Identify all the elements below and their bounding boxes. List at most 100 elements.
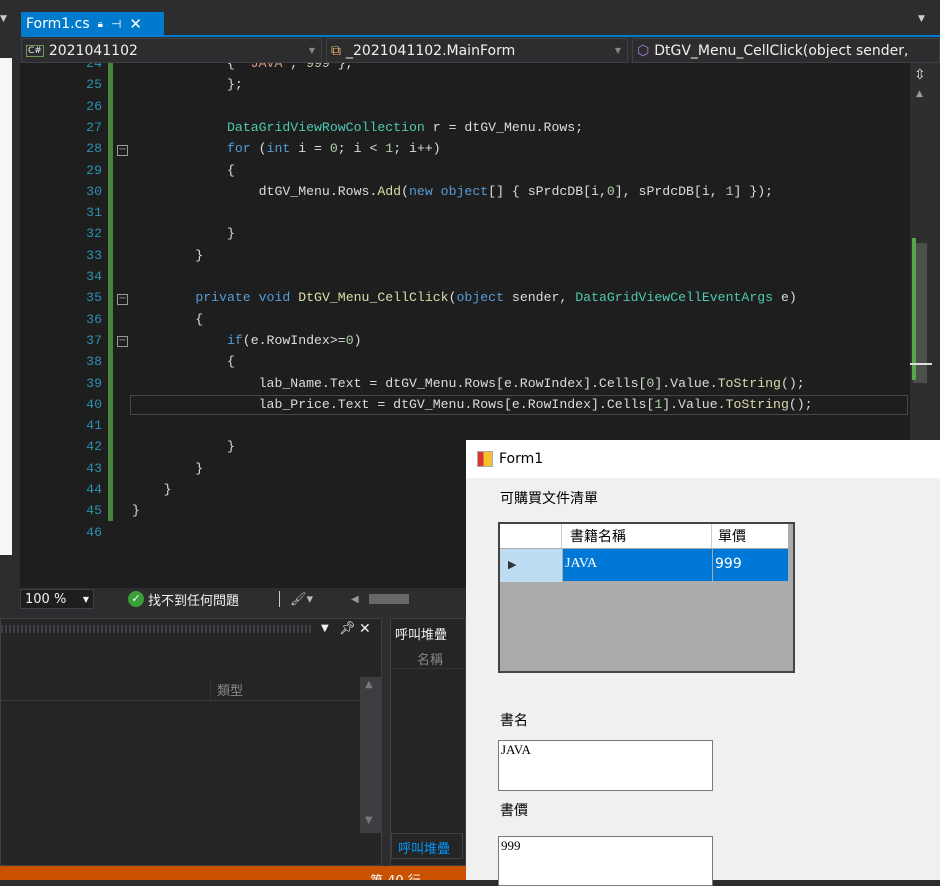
project-dropdown[interactable]: C# 2021041102 ▼ <box>21 38 322 63</box>
code-line[interactable]: { <box>132 163 235 178</box>
code-token: ], sPrdcDB[i, <box>614 183 726 199</box>
code-line[interactable]: lab_Price.Text = dtGV_Menu.Rows[e.RowInd… <box>132 397 813 412</box>
form-title-bar[interactable]: Form1 <box>466 440 940 478</box>
line-number: 46 <box>86 524 102 540</box>
solution-explorer-edge <box>0 58 12 555</box>
tab-title: Form1.cs <box>26 16 90 32</box>
chevron-down-icon: ▼ <box>308 46 315 55</box>
zoom-level: 100 % <box>25 591 67 607</box>
code-token: } <box>132 482 172 497</box>
column-header-type[interactable]: 類型 <box>217 680 243 699</box>
fold-icon[interactable]: − <box>117 145 128 156</box>
line-number: 40 <box>86 396 102 412</box>
column-header-price[interactable]: 單價 <box>712 524 788 548</box>
drag-grip[interactable] <box>1 625 311 633</box>
column-header-name[interactable]: 名稱 <box>417 649 443 668</box>
code-token: 0 <box>345 332 354 348</box>
code-line[interactable]: } <box>132 226 235 241</box>
method-icon: ⬡ <box>637 42 650 59</box>
member-dropdown[interactable]: ⬡ DtGV_Menu_CellClick(object sender, <box>632 38 940 63</box>
editor-status-bar: 100 % ▼ ✓ 找不到任何問題 🖌︎▾ ◀ <box>20 588 466 610</box>
tab-label: 呼叫堆疊 <box>398 842 451 857</box>
code-line[interactable]: } <box>132 482 172 497</box>
panel-scrollbar[interactable]: ▲ ▼ <box>360 677 382 833</box>
call-stack-window: 呼叫堆疊 名稱 呼叫堆疊 <box>390 618 467 866</box>
code-line[interactable]: if(e.RowIndex>=0) <box>132 333 362 348</box>
code-token: ) <box>353 332 362 348</box>
code-line[interactable]: } <box>132 461 203 476</box>
grid-cell[interactable]: 999 <box>713 549 788 581</box>
code-line[interactable]: { <box>132 354 235 369</box>
code-token: [] { sPrdcDB[i, <box>488 183 607 199</box>
class-dropdown[interactable]: ⧉ _2021041102.MainForm ▼ <box>326 38 628 63</box>
name-label: 書名 <box>500 713 528 729</box>
horizontal-scroll-thumb[interactable] <box>368 594 409 604</box>
code-token: } <box>132 247 204 263</box>
code-token: 1 <box>385 141 394 157</box>
line-number: 32 <box>86 226 102 242</box>
code-line[interactable]: } <box>132 248 203 263</box>
code-token: ( <box>401 183 409 199</box>
row-header[interactable]: ▶ <box>500 549 562 582</box>
close-icon[interactable]: ✕ <box>129 15 142 33</box>
tab-call-stack[interactable]: 呼叫堆疊 <box>391 833 463 859</box>
code-line[interactable]: private void DtGV_Menu_CellClick(object … <box>132 290 797 305</box>
tab-overflow-icon[interactable]: ▼ <box>918 14 925 24</box>
book-name-display: JAVA <box>498 740 713 791</box>
code-line[interactable]: } <box>132 439 235 454</box>
top-left-header-cell[interactable] <box>500 524 562 548</box>
grid-cell[interactable]: JAVA <box>563 549 712 581</box>
scroll-up-icon[interactable]: ▲ <box>365 679 373 690</box>
line-number: 25 <box>86 77 102 93</box>
code-line[interactable]: } <box>132 503 140 518</box>
form-app-icon <box>477 451 493 467</box>
code-token: ; i++) <box>393 141 441 157</box>
scroll-up-icon[interactable]: ▲ <box>916 89 923 99</box>
issues-status[interactable]: 找不到任何問題 <box>148 590 239 609</box>
code-token: lab_Name.Text = dtGV_Menu.Rows[e.RowInde… <box>132 375 647 391</box>
line-number: 36 <box>86 311 102 327</box>
split-icon[interactable]: ⇳ <box>914 67 926 83</box>
zoom-dropdown[interactable]: 100 % ▼ <box>20 589 94 609</box>
menu-datagridview[interactable]: 書籍名稱 單價 ▶ JAVA 999 <box>498 522 795 673</box>
code-token: for <box>226 141 251 157</box>
line-number: 24 <box>86 63 102 71</box>
column-header-row: 名稱 <box>391 645 467 669</box>
tab-form1-cs[interactable]: Form1.cs 🔒︎ ⊣ ✕ <box>21 12 164 36</box>
bottom-tool-window: ▼ 📌︎ ✕ 類型 ▲ ▼ <box>0 618 382 866</box>
code-line[interactable]: }; <box>132 77 243 92</box>
code-line[interactable]: dtGV_Menu.Rows.Add(new object[] { sPrdcD… <box>132 184 773 199</box>
close-icon[interactable]: ✕ <box>359 621 371 637</box>
code-token: (); <box>780 375 805 391</box>
code-line[interactable]: { "JAVA", 999 }, <box>132 63 354 71</box>
code-token: }; <box>132 77 243 93</box>
line-number: 28 <box>86 141 102 157</box>
code-line[interactable]: DataGridViewRowCollection r = dtGV_Menu.… <box>132 120 583 135</box>
code-token: 1 <box>725 183 734 199</box>
code-token: 0 <box>329 141 338 157</box>
code-token: ; i < <box>337 141 386 157</box>
fold-icon[interactable]: − <box>117 336 128 347</box>
class-name: _2021041102.MainForm <box>346 42 516 59</box>
code-line[interactable]: lab_Name.Text = dtGV_Menu.Rows[e.RowInde… <box>132 376 805 391</box>
code-token: ].Value. <box>662 396 726 412</box>
column-header-row: 類型 <box>1 677 361 701</box>
code-line[interactable]: { <box>132 312 203 327</box>
pin-icon[interactable]: ⊣ <box>111 17 121 31</box>
dropdown-icon[interactable]: ▼ <box>321 623 329 634</box>
code-token: lab_Price.Text = dtGV_Menu.Rows[e.RowInd… <box>132 396 655 412</box>
scroll-down-icon[interactable]: ▼ <box>365 815 373 826</box>
code-token: i = <box>290 141 330 157</box>
code-token: sender, <box>504 290 576 306</box>
pin-icon[interactable]: 📌︎ <box>339 621 356 636</box>
dropdown-arrow-icon[interactable]: ▼ <box>0 14 10 24</box>
column-header-book-name[interactable]: 書籍名稱 <box>562 524 712 548</box>
code-line[interactable]: for (int i = 0; i < 1; i++) <box>132 141 441 156</box>
code-token: } <box>132 460 204 476</box>
line-number: 31 <box>86 205 102 221</box>
scroll-left-icon[interactable]: ◀ <box>351 594 359 605</box>
fold-icon[interactable]: − <box>117 294 128 305</box>
brush-icon[interactable]: 🖌︎▾ <box>290 592 313 607</box>
